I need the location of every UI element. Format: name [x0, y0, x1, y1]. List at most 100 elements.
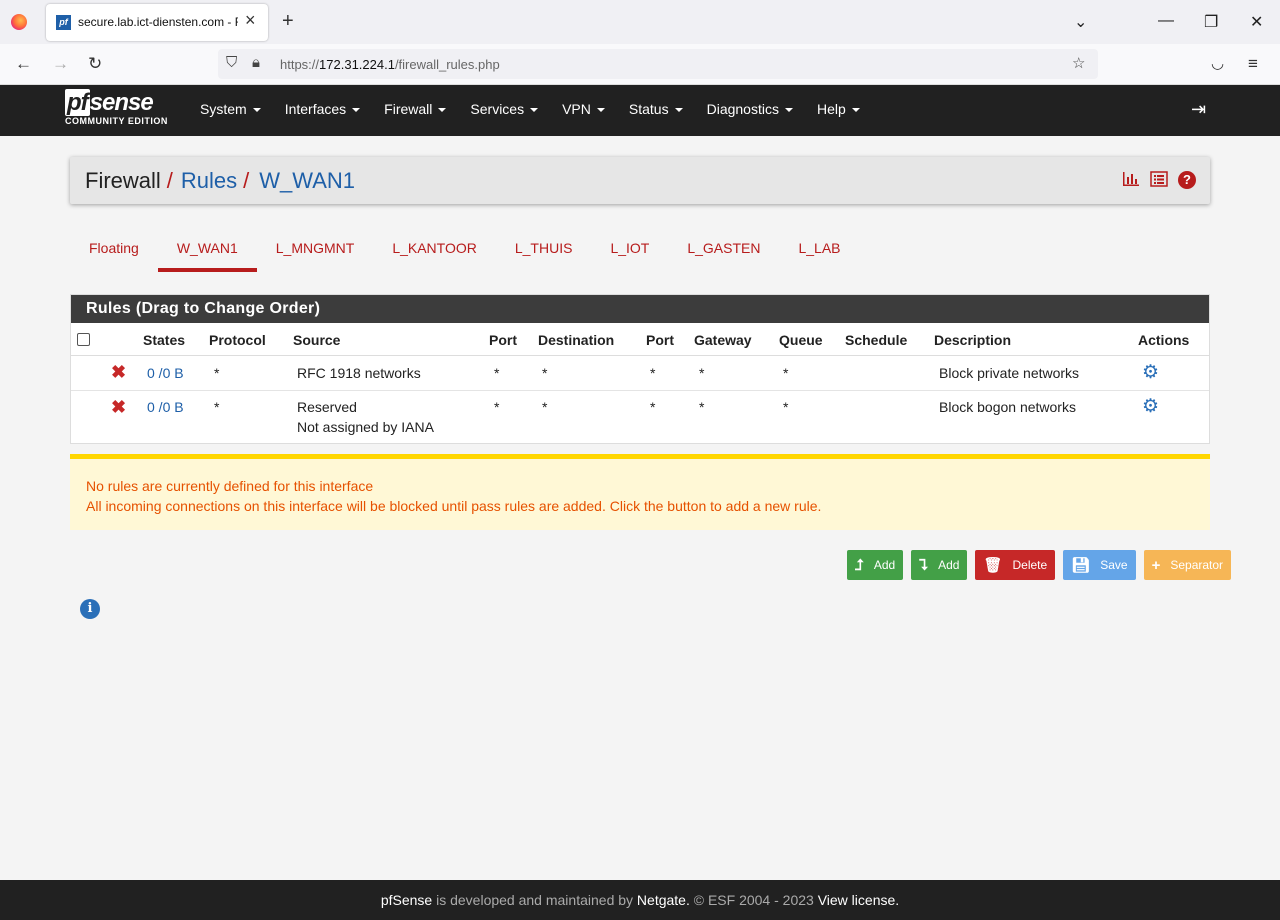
tab-l-thuis[interactable]: L_THUIS	[496, 232, 592, 272]
bookmark-star-icon[interactable]: ☆	[1072, 54, 1085, 72]
app-menu-icon[interactable]: ≡	[1248, 54, 1258, 74]
floppy-icon: 💾︎	[1071, 557, 1091, 574]
help-icon[interactable]: ?	[1178, 171, 1196, 189]
browser-tab-bar: pf secure.lab.ict-diensten.com - Fi × + …	[0, 0, 1280, 44]
interface-tabs: Floating W_WAN1 L_MNGMNT L_KANTOOR L_THU…	[70, 232, 860, 272]
rule-description: Block bogon networks	[939, 399, 1076, 415]
rule-queue: *	[783, 365, 789, 381]
new-tab-icon[interactable]: +	[282, 10, 294, 33]
add-bottom-button[interactable]: ⮧ Add	[911, 550, 968, 580]
gear-icon[interactable]: ⚙	[1142, 361, 1159, 384]
menu-help[interactable]: Help	[817, 101, 860, 117]
rule-description: Block private networks	[939, 365, 1080, 381]
col-gateway: Gateway	[694, 332, 752, 348]
breadcrumb-interface[interactable]: W_WAN1	[259, 168, 355, 193]
browser-nav-bar: ← → ↻ ⛉ 🔒︎ https://172.31.224.1/firewall…	[0, 44, 1280, 85]
list-all-tabs-icon[interactable]: ⌄	[1074, 12, 1087, 32]
logout-icon[interactable]: ⇥	[1191, 99, 1206, 120]
menu-firewall[interactable]: Firewall	[384, 101, 446, 117]
firefox-logo-icon	[11, 14, 27, 30]
window-close-icon[interactable]: ✕	[1250, 12, 1263, 32]
trash-icon: 🗑︎	[983, 557, 1003, 574]
menu-diagnostics[interactable]: Diagnostics	[707, 101, 793, 117]
tab-title: secure.lab.ict-diensten.com - Fi	[78, 15, 238, 29]
col-queue: Queue	[779, 332, 823, 348]
rule-protocol: *	[214, 399, 220, 415]
menu-services[interactable]: Services	[470, 101, 538, 117]
select-all-checkbox[interactable]	[77, 333, 90, 346]
info-icon[interactable]: i	[80, 599, 100, 619]
url-text[interactable]: https://172.31.224.1/firewall_rules.php	[280, 57, 500, 72]
tab-w-wan1[interactable]: W_WAN1	[157, 232, 257, 272]
arrow-up-icon: ⮥	[855, 556, 864, 574]
rules-panel-title: Rules (Drag to Change Order)	[71, 295, 1209, 323]
menu-vpn[interactable]: VPN	[562, 101, 605, 117]
arrow-down-icon: ⮧	[919, 556, 929, 574]
col-port: Port	[489, 332, 517, 348]
rule-source: Reserved	[297, 399, 357, 415]
url-bar[interactable]: ⛉ 🔒︎ https://172.31.224.1/firewall_rules…	[218, 49, 1098, 79]
rule-states[interactable]: 0 /0 B	[147, 399, 184, 415]
list-log-icon[interactable]	[1150, 171, 1168, 189]
no-rules-alert: No rules are currently defined for this …	[70, 454, 1210, 530]
gear-icon[interactable]: ⚙	[1142, 395, 1159, 418]
rule-port: *	[494, 365, 500, 381]
tab-l-mngmnt[interactable]: L_MNGMNT	[257, 232, 374, 272]
view-license-link[interactable]: View license.	[818, 892, 899, 908]
forward-icon[interactable]: →	[52, 54, 69, 74]
reload-icon[interactable]: ↻	[88, 54, 102, 74]
rule-gateway: *	[699, 365, 705, 381]
rule-source: RFC 1918 networks	[297, 365, 421, 381]
tab-l-kantoor[interactable]: L_KANTOOR	[373, 232, 496, 272]
col-description: Description	[934, 332, 1012, 348]
restore-icon[interactable]: ❐	[1204, 12, 1218, 32]
add-top-button[interactable]: ⮥ Add	[847, 550, 904, 580]
rule-states[interactable]: 0 /0 B	[147, 365, 184, 381]
tab-close-icon[interactable]: ×	[245, 10, 256, 31]
rule-queue: *	[783, 399, 789, 415]
block-x-icon: ✖	[111, 397, 127, 417]
pfsense-favicon-icon: pf	[56, 15, 71, 30]
tab-l-iot[interactable]: L_IOT	[591, 232, 668, 272]
menu-status[interactable]: Status	[629, 101, 683, 117]
tab-floating[interactable]: Floating	[70, 232, 158, 272]
breadcrumb-firewall: Firewall	[85, 168, 161, 193]
breadcrumb-rules[interactable]: Rules	[181, 168, 237, 193]
minimize-icon[interactable]: —	[1158, 12, 1174, 30]
save-button[interactable]: 💾︎ Save	[1063, 550, 1136, 580]
alert-line-1: No rules are currently defined for this …	[86, 478, 374, 494]
pfsense-logo[interactable]: pfsense COMMUNITY EDITION	[65, 89, 168, 126]
table-row[interactable]: ✖ 0 /0 B * Reserved Not assigned by IANA…	[71, 391, 1209, 443]
netgate-link[interactable]: Netgate.	[637, 892, 690, 908]
col-states: States	[143, 332, 186, 348]
rule-protocol: *	[214, 365, 220, 381]
rule-gateway: *	[699, 399, 705, 415]
plus-icon: +	[1151, 556, 1161, 574]
pocket-icon[interactable]: ◡	[1211, 54, 1224, 72]
shield-icon[interactable]: ⛉	[226, 54, 237, 71]
tab-l-gasten[interactable]: L_GASTEN	[668, 232, 779, 272]
rule-destination: *	[542, 399, 548, 415]
footer: pfSense is developed and maintained by N…	[0, 880, 1280, 920]
footer-copyright: © ESF 2004 - 2023	[693, 892, 814, 908]
separator-button[interactable]: + Separator	[1143, 550, 1232, 580]
rule-port-dest: *	[650, 399, 656, 415]
browser-tab[interactable]: pf secure.lab.ict-diensten.com - Fi ×	[46, 4, 268, 41]
rules-table-header: States Protocol Source Port Destination …	[71, 323, 1209, 356]
col-actions: Actions	[1138, 332, 1190, 348]
rule-port-dest: *	[650, 365, 656, 381]
menu-interfaces[interactable]: Interfaces	[285, 101, 360, 117]
bar-chart-icon[interactable]	[1122, 171, 1140, 189]
table-row[interactable]: ✖ 0 /0 B * RFC 1918 networks * * * * * B…	[71, 356, 1209, 391]
menu-system[interactable]: System	[200, 101, 261, 117]
rule-destination: *	[542, 365, 548, 381]
lock-icon[interactable]: 🔒︎	[252, 54, 260, 71]
back-icon[interactable]: ←	[15, 54, 32, 74]
delete-button[interactable]: 🗑︎ Delete	[975, 550, 1056, 580]
main-menu: System Interfaces Firewall Services VPN …	[188, 101, 872, 117]
rule-port: *	[494, 399, 500, 415]
block-x-icon: ✖	[111, 362, 127, 382]
pfsense-navbar: pfsense COMMUNITY EDITION System Interfa…	[0, 85, 1280, 136]
tab-l-lab[interactable]: L_LAB	[779, 232, 859, 272]
alert-line-2: All incoming connections on this interfa…	[86, 498, 822, 514]
